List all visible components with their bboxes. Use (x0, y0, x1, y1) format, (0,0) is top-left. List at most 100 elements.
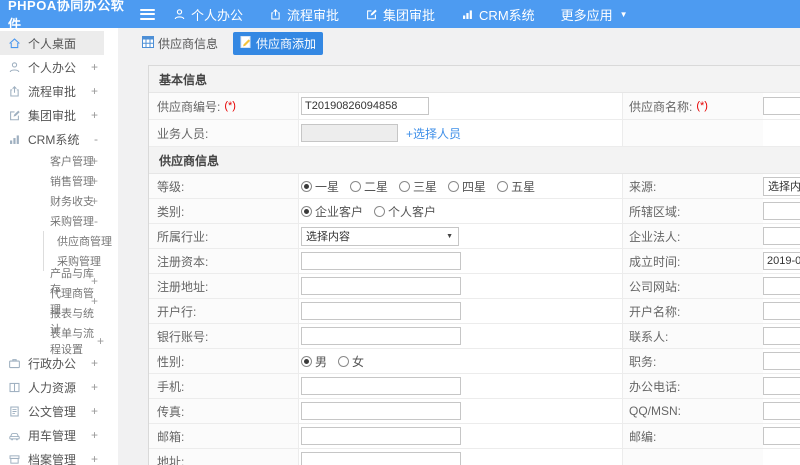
home-icon (8, 36, 22, 50)
topnav-personal-office[interactable]: 个人办公 (173, 5, 243, 24)
edit-icon (365, 8, 378, 21)
website-label: 公司网站: (629, 279, 681, 294)
email-label: 邮箱: (157, 429, 185, 444)
sidebar-item-sales-mgmt[interactable]: 销售管理 + (0, 171, 104, 191)
sidebar-item-supplier-mgmt[interactable]: 供应商管理 (44, 231, 118, 251)
gender-radio-group: 男 女 (301, 353, 364, 370)
grade-option-2star[interactable]: 二星 (350, 178, 388, 195)
account-name-input[interactable] (763, 302, 800, 320)
main-content: 供应商信息 供应商添加 基本信息 供应商编号: (*) 供应商名称: (*) (118, 28, 800, 465)
sidebar-item-personal-office[interactable]: 个人办公 + (0, 55, 104, 79)
grade-label: 等级: (157, 179, 185, 194)
section-header-basic-info: 基本信息 (149, 66, 800, 93)
address-label: 地址: (157, 454, 185, 465)
category-option-personal[interactable]: 个人客户 (374, 203, 436, 220)
email-input[interactable] (301, 427, 461, 445)
category-option-company[interactable]: 企业客户 (301, 203, 363, 220)
region-input[interactable] (763, 202, 800, 220)
topnav-group-approval[interactable]: 集团审批 (365, 5, 435, 24)
topnav-more-apps[interactable]: 更多应用 ▼ (561, 5, 628, 24)
grade-option-4star[interactable]: 四星 (448, 178, 486, 195)
gender-label: 性别: (157, 354, 185, 369)
sidebar-item-workflow-approval[interactable]: 流程审批 + (0, 79, 104, 103)
sidebar-item-personal-desktop[interactable]: 个人桌面 (0, 31, 104, 55)
sidebar-item-archive-mgmt[interactable]: 档案管理 + (0, 447, 104, 465)
qq-msn-label: QQ/MSN: (629, 404, 682, 418)
office-phone-input[interactable] (763, 377, 800, 395)
tab-supplier-add[interactable]: 供应商添加 (233, 31, 324, 55)
gender-option-male[interactable]: 男 (301, 353, 327, 370)
menu-toggle-icon[interactable] (140, 8, 155, 20)
sidebar-item-crm[interactable]: CRM系统 - (0, 127, 104, 151)
industry-label: 所属行业: (157, 229, 209, 244)
form-row: 性别: 男 女 职务: (149, 349, 800, 374)
radio-icon (497, 180, 509, 192)
archive-icon (8, 452, 22, 465)
sidebar-item-form-workflow-settings[interactable]: 表单与流程设置 + (0, 328, 104, 356)
section-header-supplier-info: 供应商信息 (149, 147, 800, 174)
topnav-workflow-approval[interactable]: 流程审批 (269, 5, 339, 24)
form-row: 供应商编号: (*) 供应商名称: (*) (149, 93, 800, 120)
top-nav: 个人办公 流程审批 集团审批 CRM系统 更多应用 ▼ (173, 5, 628, 24)
form-row: 等级: 一星 二星 三星 四星 五星 来源: 选择内容▼ (149, 174, 800, 199)
reg-address-input[interactable] (301, 277, 461, 295)
form-row: 邮箱: 邮编: (149, 424, 800, 449)
sidebar-item-customer-mgmt[interactable]: 客户管理 + (0, 151, 104, 171)
supplier-form-panel: 基本信息 供应商编号: (*) 供应商名称: (*) 业务人员: (148, 65, 800, 465)
region-label: 所辖区域: (629, 204, 681, 219)
gender-option-female[interactable]: 女 (338, 353, 364, 370)
legal-person-input[interactable] (763, 227, 800, 245)
tab-supplier-info[interactable]: 供应商信息 (135, 32, 225, 55)
caret-down-icon: ▼ (619, 9, 628, 19)
fax-input[interactable] (301, 402, 461, 420)
radio-icon (374, 205, 386, 217)
website-input[interactable] (763, 277, 800, 295)
zip-input[interactable] (763, 427, 800, 445)
document-icon (8, 404, 22, 418)
source-select[interactable]: 选择内容▼ (763, 176, 800, 196)
bank-account-input[interactable] (301, 327, 461, 345)
sidebar-item-vehicle-mgmt[interactable]: 用车管理 + (0, 423, 104, 447)
mobile-label: 手机: (157, 379, 185, 394)
select-caret-icon: ▼ (446, 232, 453, 240)
industry-select[interactable]: 选择内容 ▼ (301, 226, 459, 246)
staff-input[interactable] (301, 124, 398, 142)
bar-chart-icon (461, 8, 474, 21)
address-input[interactable] (301, 452, 461, 465)
bank-account-label: 银行账号: (157, 329, 209, 344)
grade-radio-group: 一星 二星 三星 四星 五星 (301, 178, 535, 195)
add-page-icon (240, 35, 252, 51)
grade-option-5star[interactable]: 五星 (497, 178, 535, 195)
sidebar-item-purchase-mgmt[interactable]: 采购管理 - (0, 211, 104, 231)
contact-input[interactable] (763, 327, 800, 345)
bank-label: 开户行: (157, 304, 197, 319)
form-row: 所属行业: 选择内容 ▼ 企业法人: (149, 224, 800, 249)
book-icon (8, 380, 22, 394)
tab-bar: 供应商信息 供应商添加 (118, 28, 800, 58)
qq-msn-input[interactable] (763, 402, 800, 420)
mobile-input[interactable] (301, 377, 461, 395)
sidebar: 个人桌面 个人办公 + 流程审批 + 集团审批 + CRM系统 - 客户管理 +… (0, 28, 118, 465)
supplier-code-input[interactable] (301, 97, 429, 115)
sidebar-item-finance[interactable]: 财务收支 + (0, 191, 104, 211)
position-label: 职务: (629, 354, 657, 369)
capital-input[interactable] (301, 252, 461, 270)
sidebar-item-hr[interactable]: 人力资源 + (0, 375, 104, 399)
grade-option-3star[interactable]: 三星 (399, 178, 437, 195)
staff-label: 业务人员: (157, 126, 209, 141)
sidebar-item-group-approval[interactable]: 集团审批 + (0, 103, 104, 127)
account-name-label: 开户名称: (629, 304, 681, 319)
radio-icon (399, 180, 411, 192)
bank-input[interactable] (301, 302, 461, 320)
grade-option-1star[interactable]: 一星 (301, 178, 339, 195)
topnav-crm[interactable]: CRM系统 (461, 5, 535, 24)
user-icon (8, 60, 22, 74)
select-person-link[interactable]: +选择人员 (406, 125, 461, 142)
supplier-name-input[interactable] (763, 97, 800, 115)
founded-date-input[interactable] (763, 252, 800, 270)
zip-label: 邮编: (629, 429, 657, 444)
sidebar-item-document-mgmt[interactable]: 公文管理 + (0, 399, 104, 423)
radio-icon (350, 180, 362, 192)
position-input[interactable] (763, 352, 800, 370)
sidebar-item-admin-office[interactable]: 行政办公 + (0, 351, 104, 375)
